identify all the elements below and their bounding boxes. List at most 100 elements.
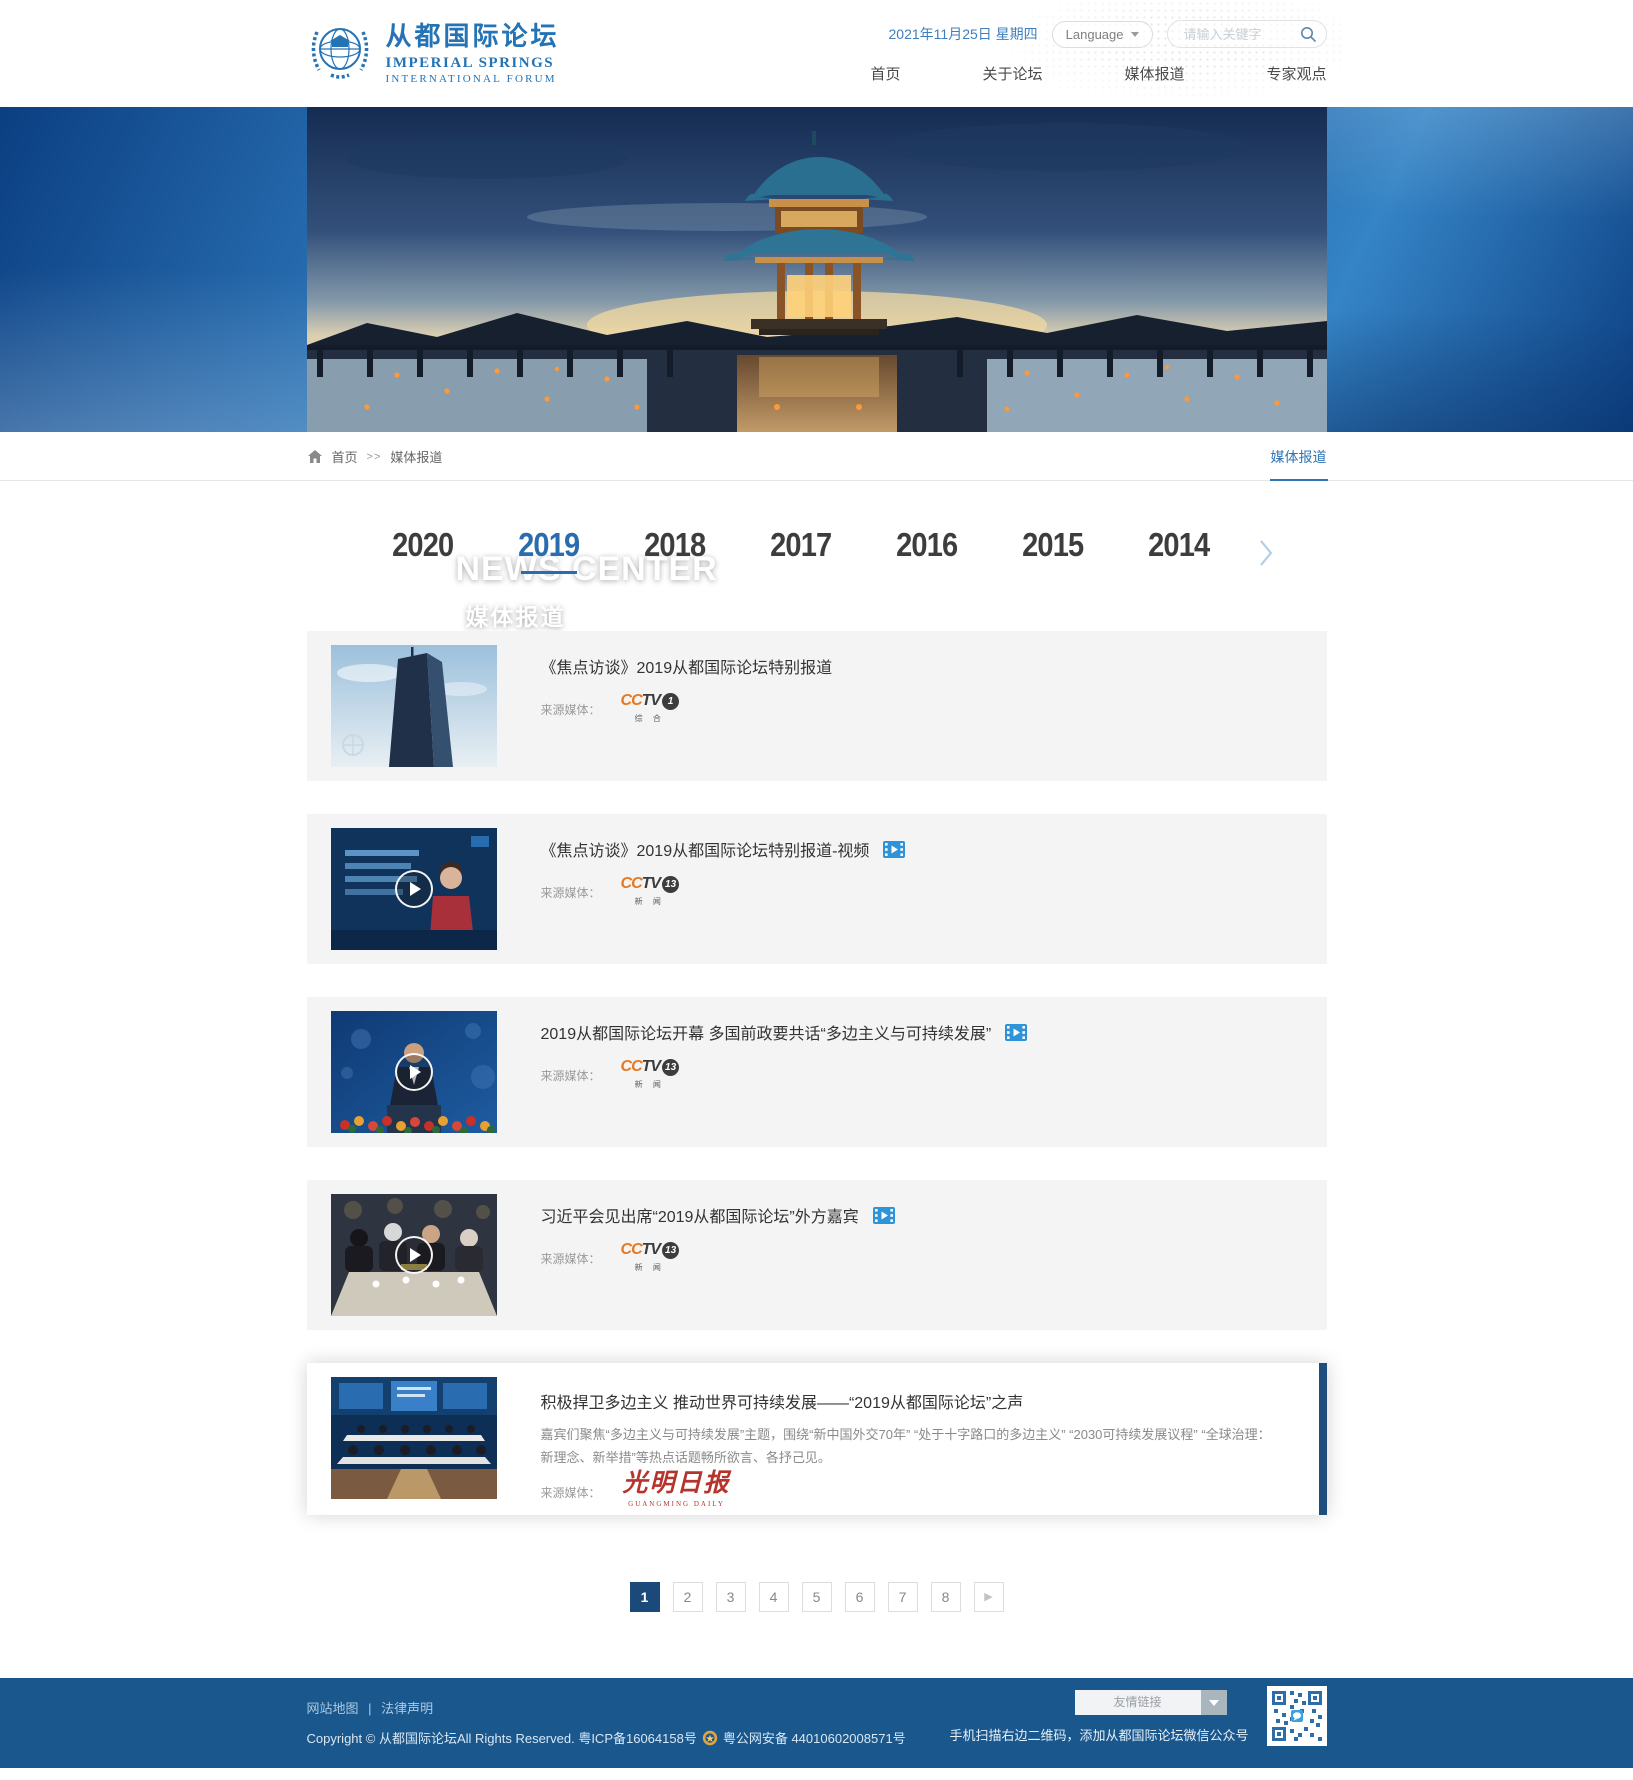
section-tab-media[interactable]: 媒体报道 xyxy=(1271,432,1327,481)
news-thumbnail-image[interactable] xyxy=(331,1377,497,1499)
main-nav: 首页 关于论坛 媒体报道 专家观点 xyxy=(870,63,1326,84)
news-title-text: 习近平会见出席“2019从都国际论坛”外方嘉宾 xyxy=(541,1203,859,1227)
video-icon xyxy=(873,1207,895,1224)
news-thumbnail-image[interactable] xyxy=(331,828,497,950)
page-button-7[interactable]: 7 xyxy=(888,1582,918,1612)
news-item-3[interactable]: 2019从都国际论坛开幕 多国前政要共话“多边主义与可持续发展” 来源媒体： C… xyxy=(307,997,1327,1147)
banner-photo-image xyxy=(307,107,1327,432)
cctv1-logo: CCTV1 综 合 xyxy=(621,692,680,724)
year-tab-2016[interactable]: 2016 xyxy=(864,526,990,574)
news-title-text: 2019从都国际论坛开幕 多国前政要共话“多边主义与可持续发展” xyxy=(541,1020,992,1044)
news-item-1[interactable]: 《焦点访谈》2019从都国际论坛特别报道 来源媒体： CCTV1 综 合 xyxy=(307,631,1327,781)
footer-link-divider: | xyxy=(368,1701,371,1716)
nav-item-about[interactable]: 关于论坛 xyxy=(982,63,1042,84)
source-label: 来源媒体： xyxy=(541,875,601,901)
source-label: 来源媒体： xyxy=(541,1058,601,1084)
news-source-row: 来源媒体： CCTV1 综 合 xyxy=(541,692,1327,724)
guangming-daily-logo: 光明日报 GUANGMING DAILY xyxy=(623,1471,731,1508)
year-tabs: 2020 2019 2018 2017 2016 2015 2014 xyxy=(307,481,1327,631)
page-button-1[interactable]: 1 xyxy=(630,1582,660,1612)
news-title-text: 积极捍卫多边主义 推动世界可持续发展——“2019从都国际论坛”之声 xyxy=(541,1389,1024,1413)
language-dropdown[interactable]: Language xyxy=(1052,21,1153,48)
news-source-row: 来源媒体： CCTV13 新 闻 xyxy=(541,875,1327,907)
play-button-icon[interactable] xyxy=(331,1011,497,1133)
cctv13-logo: CCTV13 新 闻 xyxy=(621,875,680,907)
footer-links: 网站地图 | 法律声明 xyxy=(307,1698,434,1717)
banner: NEWS CENTER 媒体报道 xyxy=(0,107,1633,432)
news-title[interactable]: 习近平会见出席“2019从都国际论坛”外方嘉宾 xyxy=(541,1203,1327,1227)
cctv13-logo: CCTV13 新 闻 xyxy=(621,1058,680,1090)
pagination: 1 2 3 4 5 6 7 8 ▶ xyxy=(307,1582,1327,1612)
footer-copyright-row: Copyright © 从都国际论坛All Rights Reserved. 粤… xyxy=(307,1728,906,1747)
home-icon[interactable] xyxy=(307,449,323,464)
friend-links-label: 友情链接 xyxy=(1075,1690,1201,1715)
police-badge-icon xyxy=(702,1730,718,1746)
wechat-qr-code-image xyxy=(1267,1686,1327,1746)
breadcrumb-current[interactable]: 媒体报道 xyxy=(390,447,442,466)
news-title[interactable]: 2019从都国际论坛开幕 多国前政要共话“多边主义与可持续发展” xyxy=(541,1020,1327,1044)
play-button-icon[interactable] xyxy=(331,1194,497,1316)
news-title-text: 《焦点访谈》2019从都国际论坛特别报道-视频 xyxy=(541,837,870,861)
news-thumbnail-image[interactable] xyxy=(331,1011,497,1133)
news-title[interactable]: 《焦点访谈》2019从都国际论坛特别报道-视频 xyxy=(541,837,1327,861)
news-source-row: 来源媒体： CCTV13 新 闻 xyxy=(541,1241,1327,1273)
breadcrumb-home[interactable]: 首页 xyxy=(332,447,358,466)
page-button-6[interactable]: 6 xyxy=(845,1582,875,1612)
cctv13-logo: CCTV13 新 闻 xyxy=(621,1241,680,1273)
source-label: 来源媒体： xyxy=(541,692,601,718)
year-tab-2017[interactable]: 2017 xyxy=(738,526,864,574)
nav-item-experts[interactable]: 专家观点 xyxy=(1266,63,1326,84)
news-source-row: 来源媒体： CCTV13 新 闻 xyxy=(541,1058,1327,1090)
page-next-button[interactable]: ▶ xyxy=(974,1582,1004,1612)
play-button-icon[interactable] xyxy=(331,828,497,950)
news-item-4[interactable]: 习近平会见出席“2019从都国际论坛”外方嘉宾 来源媒体： CCTV13 新 闻 xyxy=(307,1180,1327,1330)
source-label: 来源媒体： xyxy=(541,1241,601,1267)
news-thumbnail-image[interactable] xyxy=(331,645,497,767)
year-tab-2020[interactable]: 2020 xyxy=(360,526,486,574)
logo-emblem-icon xyxy=(307,18,373,84)
page-button-5[interactable]: 5 xyxy=(802,1582,832,1612)
page-button-8[interactable]: 8 xyxy=(931,1582,961,1612)
page-button-2[interactable]: 2 xyxy=(673,1582,703,1612)
news-list: 《焦点访谈》2019从都国际论坛特别报道 来源媒体： CCTV1 综 合 xyxy=(307,631,1327,1515)
news-item-5-featured[interactable]: 积极捍卫多边主义 推动世界可持续发展——“2019从都国际论坛”之声 嘉宾们聚焦… xyxy=(307,1363,1327,1515)
news-source-row: 来源媒体： 光明日报 GUANGMING DAILY xyxy=(541,1471,1319,1508)
video-icon xyxy=(1005,1024,1027,1041)
year-tab-2015[interactable]: 2015 xyxy=(990,526,1116,574)
page-button-3[interactable]: 3 xyxy=(716,1582,746,1612)
year-tab-2014[interactable]: 2014 xyxy=(1116,526,1242,574)
footer-security-number[interactable]: 粤公网安备 44010602008571号 xyxy=(723,1728,906,1747)
search-box[interactable] xyxy=(1167,20,1327,48)
breadcrumb-bar: 首页 >> 媒体报道 媒体报道 xyxy=(0,432,1633,481)
year-tab-2019[interactable]: 2019 xyxy=(486,526,612,574)
chevron-down-icon xyxy=(1131,32,1139,37)
news-description: 嘉宾们聚焦“多边主义与可持续发展”主题，围绕“新中国外交70年” “处于十字路口… xyxy=(541,1423,1281,1469)
years-next-arrow-icon[interactable] xyxy=(1258,526,1274,573)
nav-item-home[interactable]: 首页 xyxy=(870,63,900,84)
footer-link-legal[interactable]: 法律声明 xyxy=(381,1701,433,1716)
site-footer: 网站地图 | 法律声明 Copyright © 从都国际论坛All Rights… xyxy=(0,1678,1633,1768)
footer-copyright: Copyright © 从都国际论坛All Rights Reserved. 粤… xyxy=(307,1728,697,1747)
source-label: 来源媒体： xyxy=(541,1471,601,1501)
nav-item-media[interactable]: 媒体报道 xyxy=(1124,63,1184,84)
breadcrumb-separator: >> xyxy=(367,451,382,463)
friend-links-select[interactable]: 友情链接 xyxy=(1075,1690,1227,1715)
footer-link-sitemap[interactable]: 网站地图 xyxy=(307,1701,359,1716)
qr-hint-text: 手机扫描右边二维码，添加从都国际论坛微信公众号 xyxy=(949,1725,1248,1744)
site-logo[interactable]: 从都国际论坛 IMPERIAL SPRINGS INTERNATIONAL FO… xyxy=(307,16,560,85)
news-thumbnail-image[interactable] xyxy=(331,1194,497,1316)
news-title-text: 《焦点访谈》2019从都国际论坛特别报道 xyxy=(541,654,833,678)
worldmap-dots-pattern xyxy=(987,0,1347,107)
news-item-2[interactable]: 《焦点访谈》2019从都国际论坛特别报道-视频 来源媒体： CCTV13 新 闻 xyxy=(307,814,1327,964)
search-icon[interactable] xyxy=(1300,26,1317,43)
language-label: Language xyxy=(1066,27,1124,42)
year-tab-2018[interactable]: 2018 xyxy=(612,526,738,574)
news-title[interactable]: 积极捍卫多边主义 推动世界可持续发展——“2019从都国际论坛”之声 xyxy=(541,1389,1319,1413)
site-header: 从都国际论坛 IMPERIAL SPRINGS INTERNATIONAL FO… xyxy=(0,0,1633,107)
news-title[interactable]: 《焦点访谈》2019从都国际论坛特别报道 xyxy=(541,654,1327,678)
video-icon xyxy=(883,841,905,858)
current-date: 2021年11月25日 星期四 xyxy=(889,24,1038,44)
select-arrow-icon xyxy=(1201,1690,1227,1715)
page-button-4[interactable]: 4 xyxy=(759,1582,789,1612)
logo-title-cn: 从都国际论坛 xyxy=(386,16,560,53)
